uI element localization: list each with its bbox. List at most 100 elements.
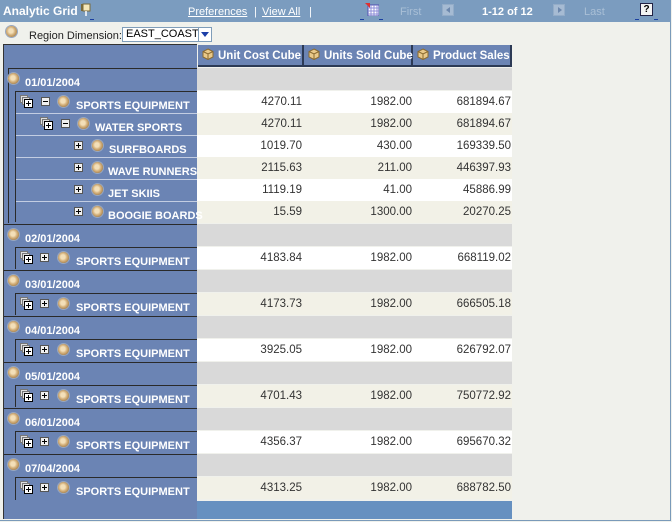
row-divider (16, 113, 197, 114)
row-header-date: 05/01/2004 (25, 371, 81, 383)
dimension-orb-icon[interactable] (6, 26, 17, 37)
arrow-left-icon (446, 7, 450, 13)
table-row-date-07 (197, 454, 512, 476)
expand-icon[interactable] (40, 483, 49, 492)
row-header-label: SPORTS EQUIPMENT (76, 100, 190, 112)
expand-icon[interactable] (74, 207, 83, 216)
cell-product-sales: 750772.92 (456, 390, 511, 402)
last-link[interactable]: Last (584, 6, 605, 18)
cell-product-sales: 45886.99 (463, 184, 511, 196)
dimension-orb-icon[interactable] (58, 390, 69, 401)
cube-icon (202, 48, 214, 60)
table-row-date-04 (197, 316, 512, 338)
cell-unit-cost: 4313.25 (260, 482, 302, 494)
collapse-icon[interactable] (41, 97, 50, 106)
column-header-units-sold[interactable]: Units Sold Cube (304, 45, 413, 67)
collapse-icon[interactable] (61, 119, 70, 128)
dimension-orb-icon[interactable] (78, 118, 89, 129)
region-dimension-select[interactable]: EAST_COAST (122, 27, 212, 42)
cell-unit-cost: 15.59 (273, 206, 302, 218)
dimension-orb-icon[interactable] (8, 413, 19, 424)
dimension-orb-icon[interactable] (8, 229, 19, 240)
column-header-unit-cost[interactable]: Unit Cost Cube (198, 45, 304, 67)
first-link[interactable]: First (400, 6, 421, 18)
table-row: 1119.19 41.00 45886.99 (197, 179, 512, 201)
expand-all-icon[interactable] (20, 251, 33, 264)
cell-unit-cost: 1019.70 (260, 140, 302, 152)
view-all-link[interactable]: View All (262, 6, 300, 18)
dimension-orb-icon[interactable] (92, 206, 103, 217)
link-underline (90, 19, 94, 20)
table-row-date-02 (197, 224, 512, 246)
grid-footer-bar (197, 501, 512, 519)
cell-unit-cost: 4173.73 (260, 298, 302, 310)
cell-units-sold: 1982.00 (370, 118, 412, 130)
cell-units-sold: 211.00 (377, 162, 412, 174)
expand-all-icon[interactable] (20, 389, 33, 402)
dimension-orb-icon[interactable] (92, 140, 103, 151)
cell-product-sales: 681894.67 (456, 96, 511, 108)
dimension-orb-icon[interactable] (58, 252, 69, 263)
row-header-label: SPORTS EQUIPMENT (76, 348, 190, 360)
cell-product-sales: 666505.18 (456, 298, 511, 310)
dimension-orb-icon[interactable] (58, 298, 69, 309)
cell-unit-cost: 2115.63 (261, 162, 302, 174)
row-header-label: BOOGIE BOARDS (108, 210, 203, 222)
table-row: 4356.37 1982.00 695670.32 (197, 431, 512, 453)
dimension-orb-icon[interactable] (58, 436, 69, 447)
cell-product-sales: 20270.25 (463, 206, 511, 218)
expand-icon[interactable] (74, 141, 83, 150)
expand-icon[interactable] (40, 299, 49, 308)
cell-unit-cost: 4270.11 (261, 96, 302, 108)
cell-product-sales: 626792.07 (456, 344, 511, 356)
expand-icon[interactable] (40, 253, 49, 262)
row-header-label: SPORTS EQUIPMENT (76, 440, 190, 452)
cell-units-sold: 1982.00 (370, 436, 412, 448)
dimension-orb-icon[interactable] (58, 344, 69, 355)
next-button[interactable] (553, 4, 565, 16)
preferences-link[interactable]: Preferences (188, 6, 247, 18)
previous-button[interactable] (442, 4, 454, 16)
expand-icon[interactable] (74, 163, 83, 172)
cell-product-sales: 695670.32 (456, 436, 511, 448)
dimension-orb-icon[interactable] (8, 73, 19, 84)
expand-icon[interactable] (40, 437, 49, 446)
column-header-label: Units Sold Cube (324, 50, 413, 62)
table-row: 4183.84 1982.00 668119.02 (197, 247, 512, 269)
pin-icon[interactable] (80, 3, 92, 17)
expand-all-icon[interactable] (20, 435, 33, 448)
dimension-orb-icon[interactable] (92, 162, 103, 173)
row-header-label: WAVE RUNNERS (108, 166, 198, 178)
expand-all-icon[interactable] (20, 481, 33, 494)
table-row: 4701.43 1982.00 750772.92 (197, 385, 512, 407)
table-row: 3925.05 1982.00 626792.07 (197, 339, 512, 361)
chevron-down-icon[interactable] (198, 28, 211, 41)
expand-all-icon[interactable] (20, 95, 33, 108)
row-header-label: SPORTS EQUIPMENT (76, 302, 190, 314)
download-to-excel-icon[interactable] (365, 3, 379, 16)
link-underline (635, 19, 639, 20)
link-underline (379, 19, 383, 20)
dimension-orb-icon[interactable] (58, 482, 69, 493)
dimension-orb-icon[interactable] (92, 184, 103, 195)
cell-unit-cost: 4356.37 (260, 436, 302, 448)
row-count: 1-12 of 12 (482, 6, 533, 18)
expand-all-icon[interactable] (40, 117, 53, 130)
help-icon[interactable]: ? (640, 3, 653, 16)
dimension-orb-icon[interactable] (8, 275, 19, 286)
dimension-orb-icon[interactable] (8, 459, 19, 470)
dimension-orb-icon[interactable] (8, 367, 19, 378)
column-header-product-sales[interactable]: Product Sales (413, 45, 512, 67)
dimension-orb-icon[interactable] (8, 321, 19, 332)
row-divider (16, 135, 197, 136)
expand-icon[interactable] (40, 391, 49, 400)
expand-icon[interactable] (74, 185, 83, 194)
cell-units-sold: 41.00 (383, 184, 412, 196)
grid-title: Analytic Grid (3, 4, 78, 18)
expand-all-icon[interactable] (20, 343, 33, 356)
cell-product-sales: 681894.67 (456, 118, 511, 130)
dimension-orb-icon[interactable] (58, 96, 69, 107)
expand-icon[interactable] (40, 345, 49, 354)
cube-icon (417, 48, 429, 60)
expand-all-icon[interactable] (20, 297, 33, 310)
